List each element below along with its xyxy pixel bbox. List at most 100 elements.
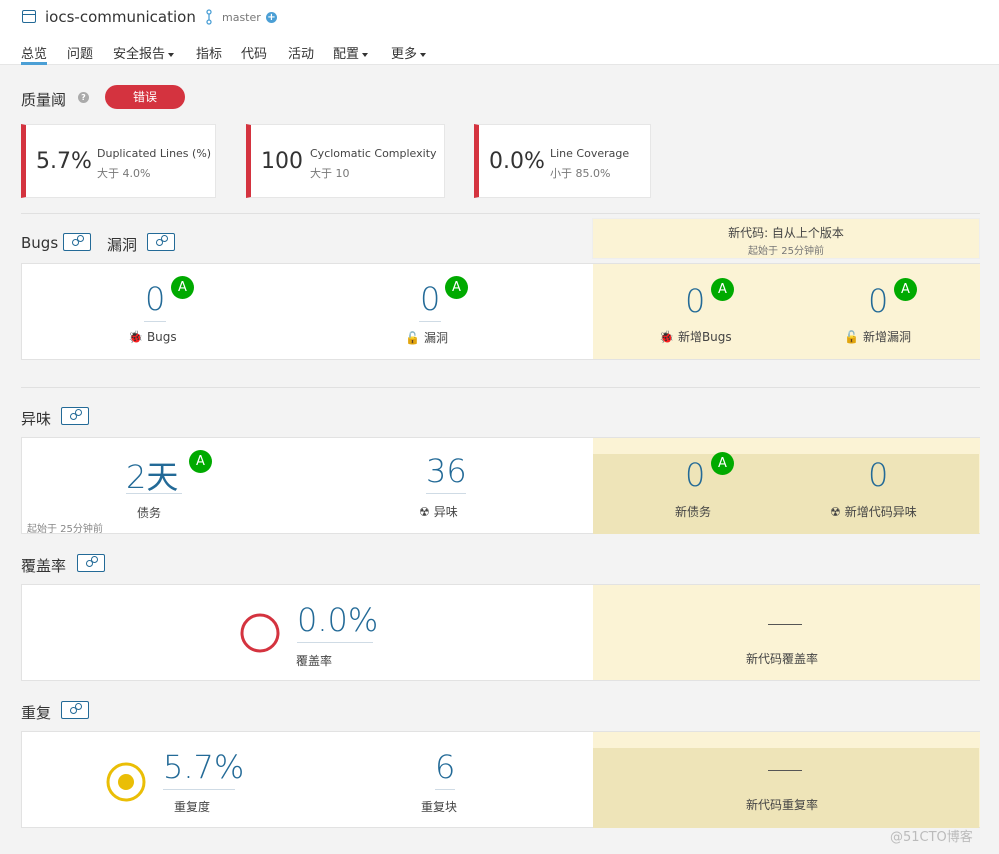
condition-value: 100 — [261, 149, 303, 174]
plus-icon[interactable]: + — [266, 12, 277, 23]
vulnerabilities-rating[interactable]: A — [445, 276, 468, 299]
chevron-down-icon — [168, 52, 175, 57]
code-smells-panel: 2天 A 债务 起始于 25分钟前 36 ☢ 异味 0 A 新债务 0 ☢ 新增代码… — [21, 437, 980, 535]
quality-gate-status-badge: 错误 — [105, 85, 185, 109]
branch-icon — [206, 9, 212, 25]
project-icon — [22, 10, 36, 23]
tab-code[interactable]: 代码 — [241, 43, 267, 65]
tab-security-reports[interactable]: 安全报告 — [113, 43, 175, 65]
duplicated-blocks-count[interactable]: 6 — [435, 748, 455, 786]
tab-activity[interactable]: 活动 — [288, 43, 314, 65]
radiation-icon: ☢ — [830, 505, 841, 519]
condition-threshold: 小于 85.0% — [550, 167, 611, 180]
divider — [21, 387, 980, 388]
lock-icon: 🔓 — [844, 330, 859, 344]
new-duplication-label: 新代码重复率 — [746, 798, 819, 812]
top-bar: iocs-communication master + 总览 问题 安全报告 指… — [0, 0, 999, 65]
quality-gate-title: 质量阈 — [21, 91, 67, 109]
duplication-density-value[interactable]: 5.7% — [163, 748, 244, 786]
new-code-since: 起始于 25分钟前 — [748, 246, 824, 257]
value-underline — [163, 789, 235, 790]
bug-icon: 🐞 — [659, 330, 674, 344]
help-icon[interactable]: ? — [78, 92, 89, 103]
bugs-link-icon[interactable] — [63, 233, 91, 251]
value-underline — [426, 493, 466, 494]
new-code-smells-label: ☢ 新增代码异味 — [830, 505, 917, 519]
condition-metric: Line Coverage — [550, 147, 630, 160]
duplicated-blocks-label: 重复块 — [421, 800, 458, 814]
code-smells-label: ☢ 异味 — [419, 505, 458, 519]
new-code-title: 新代码: 自从上个版本 — [728, 226, 844, 240]
new-code-column — [593, 264, 980, 359]
new-code-smells-count[interactable]: 0 — [868, 456, 888, 494]
condition-threshold: 大于 4.0% — [97, 167, 151, 180]
branch-name[interactable]: master — [222, 11, 261, 24]
vulnerabilities-link-icon[interactable] — [147, 233, 175, 251]
duplications-panel: 5.7% 重复度 6 重复块 新代码重复率 — [21, 731, 980, 828]
coverage-link-icon[interactable] — [77, 554, 105, 572]
duplication-density-icon — [106, 762, 146, 802]
new-debt-rating[interactable]: A — [711, 452, 734, 475]
condition-metric: Cyclomatic Complexity — [310, 147, 437, 160]
value-underline — [126, 493, 182, 494]
bugs-rating[interactable]: A — [171, 276, 194, 299]
new-bugs-label: 🐞 新增Bugs — [659, 330, 732, 344]
lock-icon: 🔓 — [405, 331, 420, 345]
duplications-link-icon[interactable] — [61, 701, 89, 719]
debt-label: 债务 — [137, 506, 162, 520]
chevron-down-icon — [420, 52, 427, 57]
tab-more[interactable]: 更多 — [391, 43, 427, 65]
new-debt-value[interactable]: 0 — [685, 456, 705, 494]
watermark: @51CTO博客 — [890, 830, 973, 845]
new-debt-label: 新债务 — [675, 505, 712, 519]
tab-issues[interactable]: 问题 — [67, 43, 93, 65]
new-coverage-label: 新代码覆盖率 — [746, 652, 819, 666]
code-smells-count[interactable]: 36 — [426, 452, 467, 490]
debt-since-note: 起始于 25分钟前 — [27, 524, 103, 535]
vulnerabilities-title: 漏洞 — [107, 236, 138, 254]
code-smells-title: 异味 — [21, 410, 52, 428]
debt-value[interactable]: 2天 — [126, 452, 178, 498]
quality-condition-complexity[interactable]: 100 Cyclomatic Complexity 大于 10 — [246, 124, 445, 198]
value-underline — [419, 321, 441, 322]
debt-rating[interactable]: A — [189, 450, 212, 473]
new-code-highlight — [593, 454, 979, 534]
quality-condition-line-coverage[interactable]: 0.0% Line Coverage 小于 85.0% — [474, 124, 651, 198]
condition-value: 5.7% — [36, 149, 92, 174]
value-underline — [144, 321, 166, 322]
coverage-panel: 0.0% 覆盖率 新代码覆盖率 — [21, 584, 980, 681]
new-code-header: 新代码: 自从上个版本 起始于 25分钟前 — [592, 218, 980, 259]
vulnerabilities-count[interactable]: 0 — [420, 280, 440, 318]
new-duplication-empty-value — [768, 770, 802, 771]
chevron-down-icon — [362, 52, 369, 57]
project-name[interactable]: iocs-communication — [45, 8, 196, 26]
divider — [21, 213, 980, 214]
condition-metric: Duplicated Lines (%) — [97, 147, 212, 160]
new-code-highlight — [593, 748, 979, 828]
condition-value: 0.0% — [489, 149, 545, 174]
tab-overview[interactable]: 总览 — [21, 43, 48, 65]
bug-icon: 🐞 — [128, 330, 143, 344]
new-coverage-empty-value — [768, 624, 802, 625]
new-vulnerabilities-count[interactable]: 0 — [868, 282, 888, 320]
vulnerabilities-label: 🔓 漏洞 — [405, 331, 448, 345]
duplication-density-label: 重复度 — [174, 800, 211, 814]
new-bugs-rating[interactable]: A — [711, 278, 734, 301]
tab-measures[interactable]: 指标 — [196, 43, 222, 65]
bugs-vulnerabilities-panel: 0 A 🐞 Bugs 0 A 🔓 漏洞 0 A 🐞 新增Bugs 0 A 🔓 新增漏洞 — [21, 263, 980, 360]
coverage-label: 覆盖率 — [296, 654, 333, 668]
bugs-title: Bugs — [21, 234, 59, 252]
code-smells-link-icon[interactable] — [61, 407, 89, 425]
bugs-count[interactable]: 0 — [145, 280, 165, 318]
coverage-value[interactable]: 0.0% — [297, 601, 378, 639]
new-vulnerabilities-rating[interactable]: A — [894, 278, 917, 301]
value-underline — [435, 789, 455, 790]
new-vulnerabilities-label: 🔓 新增漏洞 — [844, 330, 911, 344]
bugs-label: 🐞 Bugs — [128, 330, 177, 344]
tab-configuration[interactable]: 配置 — [333, 43, 369, 65]
condition-threshold: 大于 10 — [310, 167, 350, 180]
value-underline — [297, 642, 373, 643]
duplications-title: 重复 — [21, 704, 52, 722]
new-bugs-count[interactable]: 0 — [685, 282, 705, 320]
quality-condition-duplicated-lines[interactable]: 5.7% Duplicated Lines (%) 大于 4.0% — [21, 124, 216, 198]
